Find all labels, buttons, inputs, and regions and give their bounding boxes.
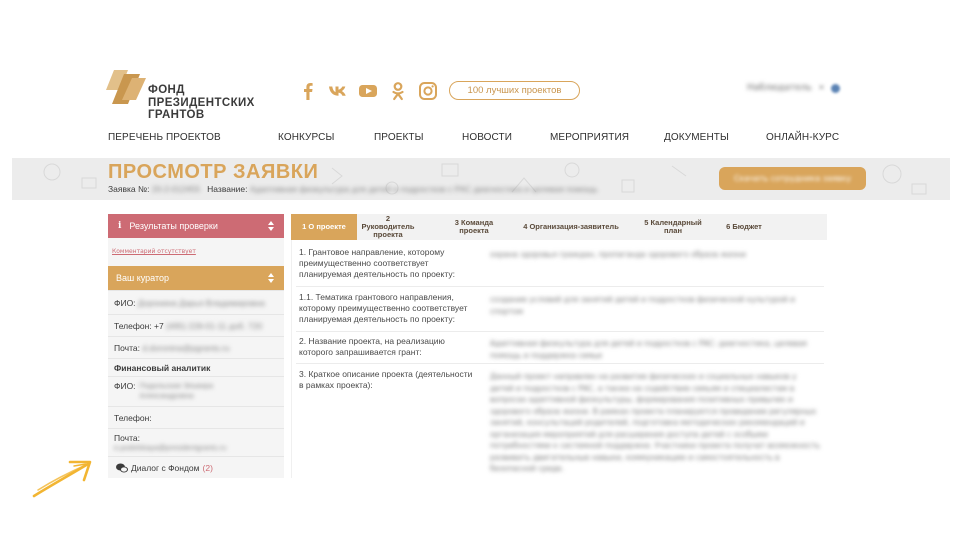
analyst-mail-label: Почта: [114,433,140,443]
curator-mail-value[interactable]: d.doronina@pgrants.ru [142,343,229,353]
question-grant-direction: 1. Грантовое направление, которому преим… [299,247,455,279]
nav-documents[interactable]: ДОКУМЕНТЫ [664,132,729,143]
download-request-button[interactable]: Скачать сотрудника заявку [719,167,866,190]
nav-projects[interactable]: ПРОЕКТЫ [374,132,424,143]
row-separator [296,363,824,364]
request-number: 20-2-012455 [151,184,201,194]
odnoklassniki-icon[interactable] [388,81,408,101]
answer-grant-direction: охрана здоровья граждан, пропаганда здор… [490,250,746,259]
chat-bubbles-icon [116,463,128,472]
dialog-label: Диалог с Фондом [131,462,200,473]
sidebar: i Результаты проверки Комментарий отсутс… [108,214,284,478]
logo-line-3: ГРАНТОВ [148,109,205,121]
analyst-fio-row: ФИО: Подольская Эльвира Александровна [108,376,284,406]
answer-project-summary: Данный проект направлен на развитие физи… [490,372,820,473]
account-name: Наблюдатель [747,83,812,93]
instagram-icon[interactable] [418,81,438,101]
question-grant-topic: 1.1. Тематика грантового направления, ко… [299,292,468,324]
curator-toggle[interactable]: Ваш куратор [108,266,284,290]
analyst-label: Финансовый аналитик [114,363,211,373]
question-project-name: 2. Название проекта, на реализацию котор… [299,336,445,357]
analyst-phone-row: Телефон: [108,406,284,428]
question-project-summary: 3. Краткое описание проекта (деятельност… [299,369,473,390]
check-results-toggle[interactable]: i Результаты проверки [108,214,284,238]
project-form: 1. Грантовое направление, которому преим… [291,240,827,478]
curator-fio-label: ФИО: [114,298,136,308]
avatar[interactable] [831,83,841,93]
curator-label: Ваш куратор [116,273,170,283]
info-icon: i [118,221,122,231]
nav-contests[interactable]: КОНКУРСЫ [278,132,334,143]
main-nav: ПЕРЕЧЕНЬ ПРОЕКТОВ КОНКУРСЫ ПРОЕКТЫ НОВОС… [108,132,839,146]
facebook-icon[interactable] [298,81,318,101]
analyst-fio-value: Подольская Эльвира Александровна [139,381,214,400]
pointer-arrow-icon [32,460,92,498]
tab-project-team[interactable]: 3 Команда проекта [447,214,501,240]
request-info: Заявка №: 20-2-012455 Название: Адаптивн… [108,184,598,194]
nav-news[interactable]: НОВОСТИ [462,132,512,143]
tab-about-project[interactable]: 1 О проекте [291,214,357,240]
request-name: Адаптивная физкультура для детей и подро… [249,184,598,194]
curator-mail-row: Почта: d.doronina@pgrants.ru [108,336,284,358]
fund-logo[interactable]: ФОНД ПРЕЗИДЕНТСКИХ ГРАНТОВ [106,70,266,122]
page-title: ПРОСМОТР ЗАЯВКИ [108,161,319,183]
tab-budget[interactable]: 6 Бюджет [717,214,771,240]
row-separator [296,286,824,287]
nav-online-course[interactable]: ОНЛАЙН-КУРС [766,132,839,143]
analyst-fio-label: ФИО: [114,381,136,391]
sort-arrows-icon [268,273,274,283]
account-close-button[interactable]: × [818,83,826,93]
nav-project-list[interactable]: ПЕРЕЧЕНЬ ПРОЕКТОВ [108,132,221,143]
account-menu[interactable]: Наблюдатель × [747,83,841,93]
sort-arrows-icon [268,221,274,231]
logo-text: ФОНД ПРЕЗИДЕНТСКИХ ГРАНТОВ [148,84,255,122]
tab-applicant-org[interactable]: 4 Организация-заявитель [511,214,631,240]
request-number-label: Заявка №: [108,184,150,194]
logo-line-2: ПРЕЗИДЕНТСКИХ [148,96,255,109]
page-banner: ПРОСМОТР ЗАЯВКИ Заявка №: 20-2-012455 На… [12,158,950,200]
analyst-heading: Финансовый аналитик [108,358,284,376]
nav-events[interactable]: МЕРОПРИЯТИЯ [550,132,629,143]
curator-fio-row: ФИО: Доронина Дарья Владимировна [108,290,284,314]
curator-fio-value: Доронина Дарья Владимировна [137,298,265,308]
top-projects-link[interactable]: 100 лучших проектов [449,81,580,100]
request-name-label: Название: [207,184,248,194]
answer-project-name: Адаптивная физкультура для детей и подро… [490,339,807,360]
answer-grant-topic: создание условий для занятий детей и под… [490,295,796,316]
dialog-with-fund-link[interactable]: Диалог с Фондом (2) [108,456,284,478]
download-request-label: Скачать сотрудника заявку [733,174,852,183]
youtube-icon[interactable] [358,81,378,101]
curator-phone-label: Телефон: +7 [114,321,164,331]
tab-calendar-plan[interactable]: 5 Календарный план [635,214,711,240]
check-results-label: Результаты проверки [129,221,218,231]
curator-phone-value: (495) 228-01-11 доб. 720 [166,321,263,331]
analyst-phone-label: Телефон: [114,413,152,423]
social-links [298,80,448,102]
dialog-count-badge: (2) [202,462,213,473]
row-separator [296,331,824,332]
application-tabs: 1 О проекте 2 Руководитель проекта 3 Ком… [291,214,827,240]
curator-mail-label: Почта: [114,343,140,353]
analyst-mail-row: Почта: e.podolskaya@presidentgrants.ru [108,428,284,456]
tab-project-head[interactable]: 2 Руководитель проекта [361,214,415,240]
curator-phone-row: Телефон: +7 (495) 228-01-11 доб. 720 [108,314,284,336]
check-comment: Комментарий отсутствует [112,248,196,255]
logo-mark-icon [106,70,146,104]
logo-line-1: ФОНД [148,84,185,96]
vk-icon[interactable] [328,81,348,101]
analyst-mail-value[interactable]: e.podolskaya@presidentgrants.ru [114,443,284,452]
